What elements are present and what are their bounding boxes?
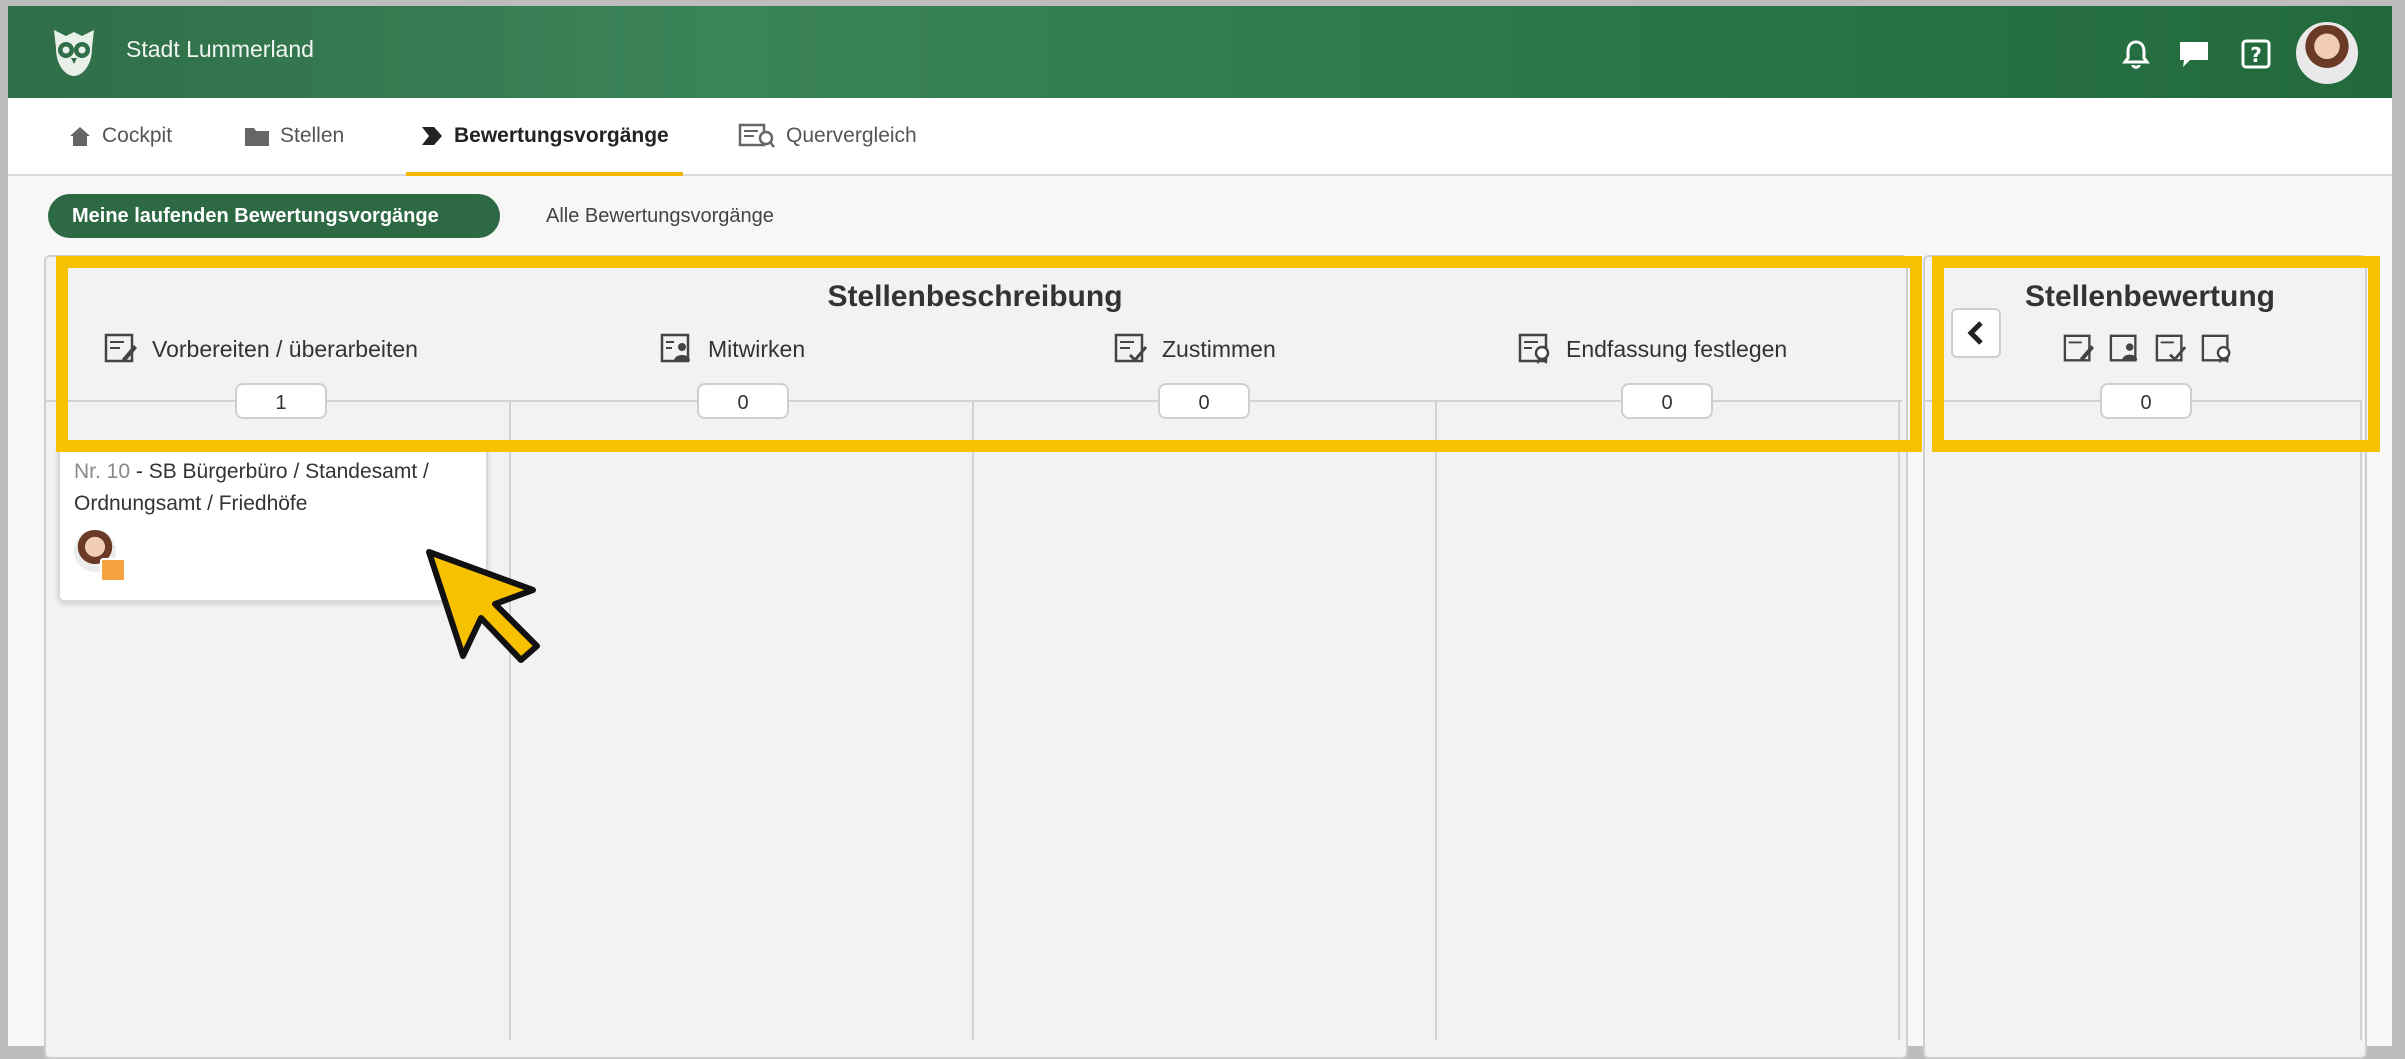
- column-divider: [509, 400, 511, 1040]
- document-check-icon: [1114, 333, 1148, 363]
- edit-document-icon: [104, 333, 137, 363]
- tab-label: Stellen: [280, 124, 345, 147]
- organization-name: Stadt Lummerland: [126, 36, 314, 62]
- svg-text:?: ?: [2250, 43, 2262, 67]
- edit-document-icon: [2063, 334, 2095, 362]
- chat-icon[interactable]: [2174, 34, 2214, 74]
- column-header-mitwirken: Mitwirken: [660, 329, 805, 369]
- document-check-icon: [2155, 334, 2187, 362]
- main-navigation-tabs: Cockpit Stellen Bewertungsvorgänge Querv…: [8, 98, 2392, 176]
- top-header: Stadt Lummerland ?: [8, 6, 2392, 98]
- column-label: Zustimmen: [1162, 335, 1276, 362]
- owl-logo-icon[interactable]: [44, 20, 104, 80]
- card-number: Nr. 10: [74, 460, 131, 483]
- tab-label: Bewertungsvorgänge: [454, 124, 669, 147]
- document-seal-icon: [1518, 333, 1550, 364]
- tab-label: Cockpit: [102, 124, 173, 147]
- folder-icon: [245, 128, 269, 146]
- column-divider: [2360, 400, 2362, 1040]
- count-badge-zustimmen: 0: [1158, 383, 1250, 419]
- stellenbewertung-phase-icons: [2063, 333, 2233, 365]
- home-icon: [70, 127, 90, 146]
- compare-icon: [738, 123, 775, 148]
- count-badge-stellenbewertung: 0: [2100, 383, 2192, 419]
- column-header-vorbereiten: Vorbereiten / überarbeiten: [104, 329, 418, 369]
- pointer-arrow-icon: [426, 549, 540, 663]
- column-divider: [972, 400, 974, 1040]
- user-avatar[interactable]: [2296, 22, 2358, 84]
- help-icon[interactable]: ?: [2236, 34, 2276, 74]
- document-person-icon: [2109, 334, 2138, 362]
- collapse-back-button[interactable]: [1951, 308, 2001, 358]
- bell-icon[interactable]: [2116, 34, 2156, 74]
- process-card[interactable]: Nr. 10 - SB Bürgerbüro / Standesamt / Or…: [58, 444, 488, 602]
- column-label: Vorbereiten / überarbeiten: [152, 335, 418, 362]
- column-label: Endfassung festlegen: [1566, 335, 1788, 362]
- tab-cockpit[interactable]: Cockpit: [68, 98, 172, 174]
- stellenbeschreibung-board: [44, 255, 1908, 1059]
- group-title-stellenbeschreibung: Stellenbeschreibung: [827, 280, 1123, 313]
- stellenbewertung-board: [1923, 255, 2367, 1059]
- count-badge-vorbereiten: 1: [235, 383, 327, 419]
- tab-quervergleich[interactable]: Quervergleich: [738, 98, 917, 174]
- column-header-zustimmen: Zustimmen: [1114, 329, 1276, 369]
- filter-all-processes-button[interactable]: Alle Bewertungsvorgänge: [522, 194, 798, 238]
- column-label: Mitwirken: [708, 335, 806, 362]
- process-arrow-icon: [422, 127, 442, 145]
- card-title: Nr. 10 - SB Bürgerbüro / Standesamt / Or…: [74, 456, 474, 520]
- tab-bewertungsvorgaenge[interactable]: Bewertungsvorgänge: [406, 98, 683, 176]
- filter-my-processes-button[interactable]: Meine laufenden Bewertungsvorgänge: [48, 194, 500, 238]
- column-header-endfassung: Endfassung festlegen: [1518, 329, 1787, 369]
- calendar-badge-icon: [100, 558, 126, 582]
- column-divider: [1898, 400, 1900, 1040]
- tab-label: Quervergleich: [786, 124, 917, 147]
- column-divider: [1435, 400, 1437, 1040]
- document-seal-icon: [2201, 334, 2231, 364]
- chevron-left-icon: [1967, 321, 1983, 345]
- count-badge-endfassung: 0: [1621, 383, 1713, 419]
- tab-stellen[interactable]: Stellen: [244, 98, 344, 174]
- count-badge-mitwirken: 0: [697, 383, 789, 419]
- document-person-icon: [660, 333, 690, 363]
